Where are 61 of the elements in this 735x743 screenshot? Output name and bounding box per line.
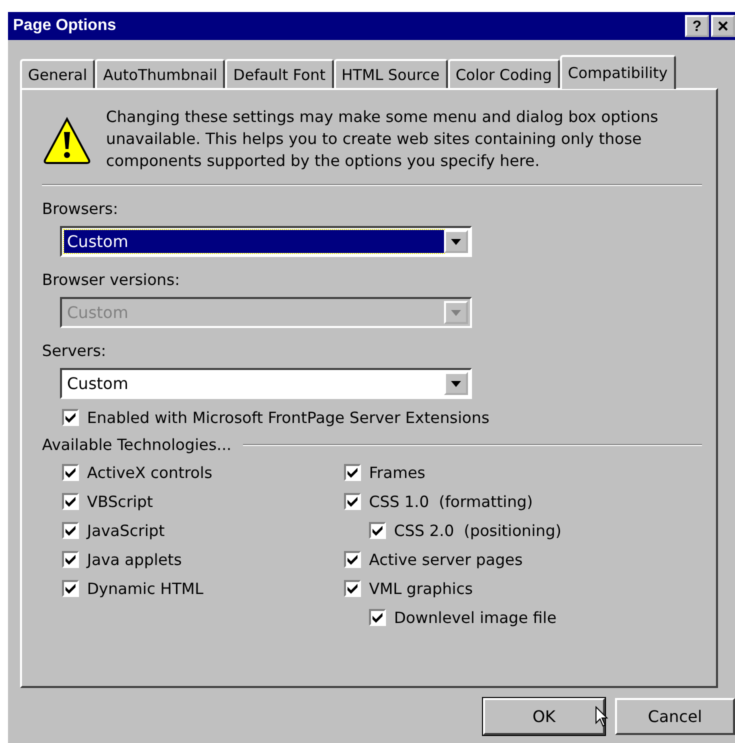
- dropdown-arrow-button[interactable]: [444, 230, 468, 253]
- checkmark-icon: [347, 468, 358, 478]
- checkbox[interactable]: [344, 551, 361, 568]
- checkbox-label: VBScript: [87, 492, 153, 510]
- checkbox[interactable]: [62, 551, 79, 568]
- caret-icon: [451, 380, 461, 386]
- close-icon: [718, 21, 728, 31]
- checkbox[interactable]: [62, 464, 79, 481]
- checkmark-icon: [65, 468, 76, 478]
- checkbox-label: ActiveX controls: [87, 464, 212, 482]
- checkbox[interactable]: [369, 609, 386, 626]
- checkbox-label: Java applets: [87, 550, 182, 568]
- dropdown-arrow-button[interactable]: [444, 372, 468, 395]
- checkbox[interactable]: [62, 580, 79, 597]
- checkmark-icon: [65, 496, 76, 506]
- checkmark-icon: [347, 584, 358, 594]
- dropdown-label: Browsers:: [42, 200, 120, 218]
- checkmark-icon: [65, 526, 76, 536]
- checkbox-label: VML graphics: [369, 580, 473, 598]
- cancel-button[interactable]: Cancel: [615, 698, 735, 735]
- checkbox-label: CSS 1.0 (formatting): [369, 492, 533, 510]
- checkbox[interactable]: [369, 522, 386, 539]
- checkbox-label: Enabled with Microsoft FrontPage Server Extensions: [87, 408, 490, 426]
- checkmark-icon: [65, 554, 76, 564]
- checkbox-label: Dynamic HTML: [87, 580, 204, 598]
- checkbox-label: CSS 2.0 (positioning): [394, 522, 562, 540]
- checkmark-icon: [65, 412, 76, 422]
- checkbox[interactable]: [62, 493, 79, 510]
- help-button[interactable]: ?: [685, 15, 709, 37]
- checkbox[interactable]: [344, 464, 361, 481]
- checkmark-icon: [347, 554, 358, 564]
- checkbox[interactable]: [344, 493, 361, 510]
- tab[interactable]: AutoThumbnail: [95, 59, 226, 88]
- checkmark-icon: [372, 612, 383, 622]
- checkbox[interactable]: [62, 522, 79, 539]
- group-title: Available Technologies...: [42, 436, 232, 454]
- dropdown[interactable]: Custom: [60, 368, 472, 399]
- tab[interactable]: General: [20, 59, 96, 88]
- checkbox-label: Active server pages: [369, 550, 523, 568]
- checkbox-label: Frames: [369, 464, 426, 482]
- caret-icon: [451, 238, 461, 244]
- close-button[interactable]: [711, 15, 735, 37]
- tab[interactable]: Default Font: [225, 59, 334, 88]
- tab[interactable]: HTML Source: [334, 59, 448, 88]
- warning-icon: [42, 116, 92, 166]
- window-title: Page Options: [13, 17, 116, 35]
- checkbox-label: JavaScript: [87, 522, 165, 540]
- checkbox-label: Downlevel image file: [394, 608, 557, 626]
- dropdown-label: Servers:: [42, 342, 108, 360]
- checkbox[interactable]: [62, 409, 79, 426]
- dropdown-label: Browser versions:: [42, 271, 181, 289]
- checkmark-icon: [372, 526, 383, 536]
- tab[interactable]: Compatibility: [560, 55, 676, 89]
- warning-message: Changing these settings may make some menu and dialog box options unavailable. This helps you to create web sites containing only those components supported by the options you specify here.: [106, 107, 660, 172]
- tab[interactable]: Color Coding: [448, 59, 560, 88]
- checkmark-icon: [347, 496, 358, 506]
- caret-icon: [451, 310, 461, 316]
- dropdown[interactable]: Custom: [60, 226, 472, 257]
- mouse-pointer-icon: [595, 706, 609, 728]
- checkbox[interactable]: [344, 580, 361, 597]
- checkmark-icon: [65, 584, 76, 594]
